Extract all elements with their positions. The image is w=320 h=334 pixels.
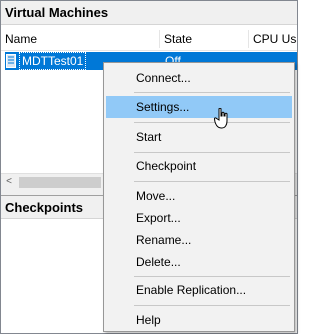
menu-separator <box>134 122 290 123</box>
scrollbar-thumb[interactable] <box>19 177 101 188</box>
menu-item-settings[interactable]: Settings... <box>106 96 292 118</box>
vm-name: MDTTest01 <box>19 52 87 70</box>
menu-item-move[interactable]: Move... <box>106 185 292 207</box>
menu-item-connect[interactable]: Connect... <box>106 67 292 89</box>
menu-separator <box>134 305 290 306</box>
menu-item-checkpoint[interactable]: Checkpoint <box>106 155 292 177</box>
column-header-state[interactable]: State <box>160 28 248 50</box>
column-header-name[interactable]: Name <box>1 28 159 50</box>
mouse-pointer-icon <box>214 108 228 129</box>
menu-item-export[interactable]: Export... <box>106 207 292 229</box>
menu-item-enable-replication[interactable]: Enable Replication... <box>106 279 292 301</box>
menu-separator <box>134 276 290 277</box>
column-header-cpu-usage[interactable]: CPU Usa <box>249 28 297 50</box>
menu-item-start[interactable]: Start <box>106 126 292 148</box>
menu-separator <box>134 92 290 93</box>
virtual-machine-icon <box>6 54 16 68</box>
scroll-left-arrow[interactable]: < <box>3 175 15 189</box>
menu-separator <box>134 181 290 182</box>
menu-item-delete[interactable]: Delete... <box>106 251 292 273</box>
column-headers: Name State CPU Usa <box>1 28 297 51</box>
menu-separator <box>134 152 290 153</box>
menu-item-rename[interactable]: Rename... <box>106 229 292 251</box>
menu-item-help[interactable]: Help <box>106 309 292 331</box>
context-menu: Connect... Settings... Start Checkpoint … <box>103 62 295 332</box>
virtual-machines-header: Virtual Machines <box>1 1 297 25</box>
